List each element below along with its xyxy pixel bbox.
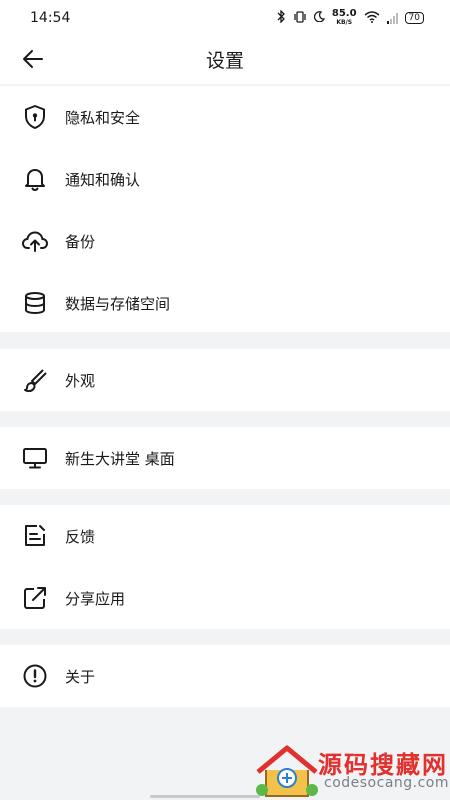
setting-feedback[interactable]: 反馈 <box>0 505 450 567</box>
setting-data-storage[interactable]: 数据与存储空间 <box>0 272 450 334</box>
setting-label: 反馈 <box>65 527 96 546</box>
status-time: 14:54 <box>30 10 71 26</box>
shield-lock-icon <box>20 102 50 132</box>
status-bar: 14:54 85.0 KB/S 70 <box>0 0 450 36</box>
watermark-house-logo <box>254 744 320 800</box>
signal-icon <box>386 12 398 24</box>
status-icons: 85.0 KB/S 70 <box>276 9 424 27</box>
net-speed: 85.0 KB/S <box>332 9 357 27</box>
setting-label: 隐私和安全 <box>65 108 141 127</box>
share-icon <box>20 583 50 613</box>
top-bar: 设置 <box>0 36 450 84</box>
wifi-icon <box>364 10 380 26</box>
setting-label: 通知和确认 <box>65 170 141 189</box>
settings-section-feedback: 反馈 分享应用 <box>0 505 450 629</box>
setting-privacy-security[interactable]: 隐私和安全 <box>0 86 450 148</box>
settings-section-appearance: 外观 <box>0 349 450 411</box>
page-title: 设置 <box>205 50 244 72</box>
info-icon <box>20 661 50 691</box>
watermark: 源码搜藏网 codesocang.com <box>248 742 450 800</box>
net-speed-value: 85.0 <box>331 8 357 19</box>
setting-backup[interactable]: 备份 <box>0 210 450 272</box>
setting-label: 关于 <box>65 667 96 686</box>
monitor-icon <box>20 443 50 473</box>
setting-notifications[interactable]: 通知和确认 <box>0 148 450 210</box>
feedback-icon <box>20 521 50 551</box>
setting-label: 新生大讲堂 桌面 <box>65 449 175 468</box>
net-speed-unit: KB/S <box>336 19 353 26</box>
battery-indicator: 70 <box>404 12 424 24</box>
setting-about[interactable]: 关于 <box>0 645 450 707</box>
bell-icon <box>20 164 50 194</box>
setting-label: 外观 <box>65 371 96 390</box>
setting-label: 备份 <box>65 232 96 251</box>
setting-label: 分享应用 <box>65 589 126 608</box>
setting-share-app[interactable]: 分享应用 <box>0 567 450 629</box>
moon-icon <box>313 11 325 25</box>
setting-desktop[interactable]: 新生大讲堂 桌面 <box>0 427 450 489</box>
settings-section-about: 关于 <box>0 645 450 707</box>
setting-appearance[interactable]: 外观 <box>0 349 450 411</box>
database-icon <box>20 288 50 318</box>
cloud-upload-icon <box>20 226 50 256</box>
settings-section-general: 隐私和安全 通知和确认 备份 数据与存储空间 <box>0 86 450 332</box>
watermark-url: codesocang.com <box>324 775 450 791</box>
vibrate-icon <box>293 10 307 26</box>
setting-label: 数据与存储空间 <box>65 294 171 313</box>
settings-section-desktop: 新生大讲堂 桌面 <box>0 427 450 489</box>
bluetooth-icon <box>276 9 286 26</box>
brush-icon <box>20 365 50 395</box>
home-indicator <box>150 795 260 798</box>
